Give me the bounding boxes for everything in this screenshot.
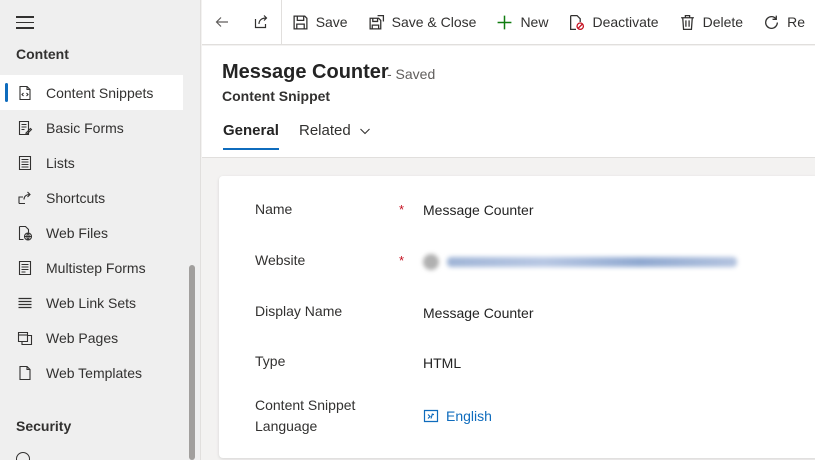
sidebar-scrollbar[interactable] xyxy=(189,265,195,460)
sidebar-section-title: Content xyxy=(16,46,69,62)
list-icon xyxy=(16,154,34,172)
deactivate-label: Deactivate xyxy=(592,14,659,30)
sidebar-item-basic-forms[interactable]: Basic Forms xyxy=(0,110,190,145)
required-indicator: * xyxy=(399,202,405,217)
open-new-window-button[interactable] xyxy=(241,0,280,45)
site-map-sidebar: Content Content Snippets Basic Forms Lis… xyxy=(0,0,201,460)
tab-related-label: Related xyxy=(299,122,351,139)
entity-name: Content Snippet xyxy=(222,88,331,104)
refresh-icon xyxy=(765,15,779,29)
save-icon xyxy=(293,14,308,30)
display-name-field[interactable]: Message Counter xyxy=(423,305,534,321)
new-button[interactable]: New xyxy=(486,0,558,45)
web-template-icon xyxy=(16,364,34,382)
plus-icon xyxy=(498,15,512,29)
sidebar-item-web-pages[interactable]: Web Pages xyxy=(0,320,190,355)
type-field[interactable]: HTML xyxy=(423,355,461,371)
sidebar-item-label: Web Files xyxy=(46,224,108,241)
type-label: Type xyxy=(255,353,286,369)
language-label-line2: Language xyxy=(255,418,318,434)
sidebar-item-label: Basic Forms xyxy=(46,119,124,136)
delete-button[interactable]: Delete xyxy=(669,0,753,45)
save-button[interactable]: Save xyxy=(282,0,358,45)
sidebar-item-label: Content Snippets xyxy=(46,84,154,101)
sidebar-item-shortcuts[interactable]: Shortcuts xyxy=(0,180,190,215)
shortcut-icon xyxy=(16,189,34,207)
save-and-close-label: Save & Close xyxy=(391,14,477,30)
chevron-down-icon xyxy=(359,128,370,134)
sidebar-item-web-files[interactable]: Web Files xyxy=(0,215,190,250)
sidebar-item-label: Web Templates xyxy=(46,364,142,381)
back-arrow-icon xyxy=(215,17,228,27)
record-header: Message Counter - Saved Content Snippet … xyxy=(202,46,815,158)
general-form-section: Name * Message Counter Website * Display… xyxy=(219,176,815,458)
sidebar-item-multistep-forms[interactable]: Multistep Forms xyxy=(0,250,190,285)
search-icon[interactable] xyxy=(16,452,30,460)
save-label: Save xyxy=(315,14,348,30)
web-page-icon xyxy=(16,329,34,347)
save-and-close-icon xyxy=(369,14,384,30)
website-entity-icon xyxy=(423,254,439,270)
language-lookup-link[interactable]: English xyxy=(423,408,492,424)
basic-form-icon xyxy=(16,119,34,137)
language-entity-icon xyxy=(423,409,439,423)
back-button[interactable] xyxy=(202,0,241,45)
sidebar-item-label: Lists xyxy=(46,154,75,171)
hamburger-menu-icon[interactable] xyxy=(16,16,34,30)
web-file-icon xyxy=(16,224,34,242)
website-value-redacted xyxy=(447,257,737,267)
sidebar-item-content-snippets[interactable]: Content Snippets xyxy=(0,75,183,110)
sidebar-item-lists[interactable]: Lists xyxy=(0,145,190,180)
save-and-close-button[interactable]: Save & Close xyxy=(358,0,487,45)
multistep-form-icon xyxy=(16,259,34,277)
save-status: - Saved xyxy=(387,66,436,82)
sidebar-nav-list: Content Snippets Basic Forms Lists Short… xyxy=(0,75,190,390)
content-snippet-icon xyxy=(16,84,34,102)
website-lookup-field[interactable] xyxy=(423,253,737,271)
sidebar-item-label: Web Link Sets xyxy=(46,294,137,311)
required-indicator: * xyxy=(399,253,405,268)
website-label: Website xyxy=(255,252,306,268)
name-field[interactable]: Message Counter xyxy=(423,202,534,218)
sidebar-item-web-templates[interactable]: Web Templates xyxy=(0,355,190,390)
sidebar-item-label: Multistep Forms xyxy=(46,259,146,276)
deactivate-icon xyxy=(570,14,585,30)
sidebar-item-web-link-sets[interactable]: Web Link Sets xyxy=(0,285,190,320)
tab-related[interactable]: Related xyxy=(299,122,371,139)
command-bar: Save Save & Close New Deactivate Delete … xyxy=(202,0,815,45)
new-label: New xyxy=(520,14,549,30)
deactivate-button[interactable]: Deactivate xyxy=(558,0,668,45)
language-label: Content Snippet Language xyxy=(255,395,355,437)
refresh-button[interactable]: Re xyxy=(753,0,815,45)
display-name-label: Display Name xyxy=(255,303,343,319)
name-label: Name xyxy=(255,201,293,217)
delete-label: Delete xyxy=(702,14,744,30)
sidebar-section-title: Security xyxy=(16,418,72,434)
language-label-line1: Content Snippet xyxy=(255,397,356,413)
refresh-label: Re xyxy=(787,14,805,30)
sidebar-item-label: Web Pages xyxy=(46,329,119,346)
open-in-new-window-icon xyxy=(254,15,268,29)
language-value: English xyxy=(446,408,492,424)
record-title: Message Counter xyxy=(222,61,389,83)
tab-general[interactable]: General xyxy=(223,122,279,150)
sidebar-item-label: Shortcuts xyxy=(46,189,106,206)
link-set-icon xyxy=(16,294,34,312)
trash-icon xyxy=(680,14,694,30)
